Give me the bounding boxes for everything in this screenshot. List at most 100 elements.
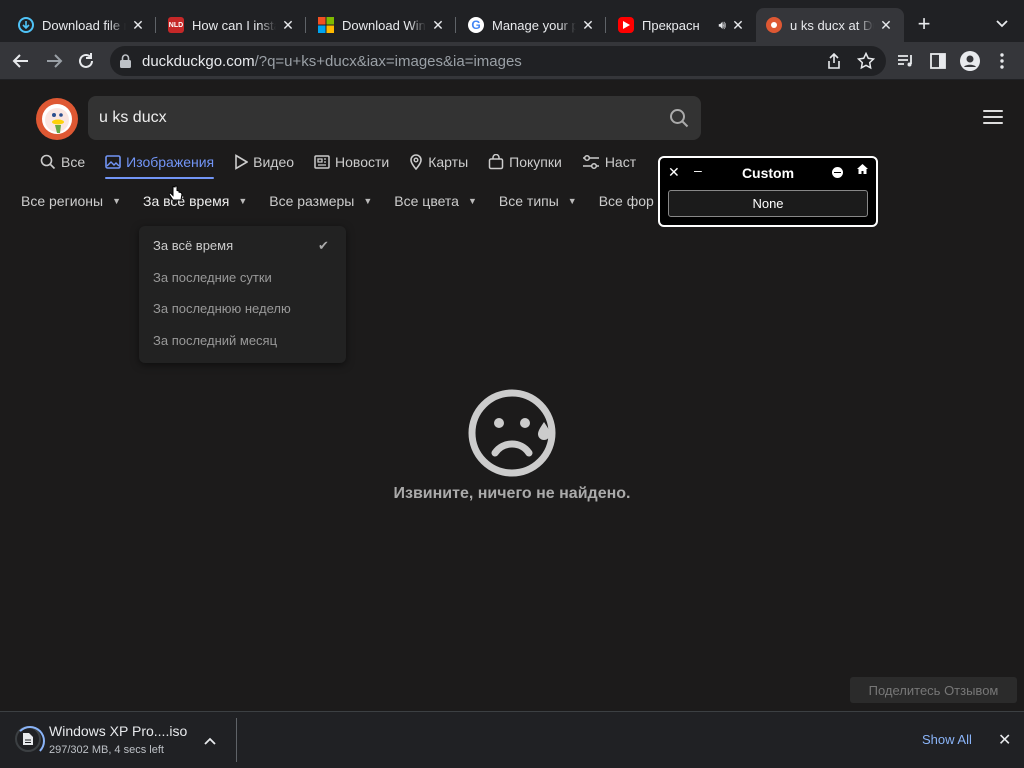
- caret-down-icon: ▼: [363, 196, 373, 206]
- profile-avatar-icon[interactable]: [958, 49, 982, 73]
- tab-label: Изображения: [126, 154, 215, 170]
- filter-format[interactable]: Все фор: [599, 193, 654, 209]
- time-filter-dropdown: За всё время ✔ За последние сутки За пос…: [139, 226, 346, 363]
- search-type-tabs: Все Изображения Видео Новости Карты Поку…: [40, 150, 656, 180]
- tab-maps[interactable]: Карты: [409, 150, 468, 174]
- share-icon[interactable]: [822, 49, 846, 73]
- tab-download-windows[interactable]: Download Wind ✕: [308, 8, 456, 42]
- microsoft-icon: [318, 17, 334, 33]
- reload-icon[interactable]: [74, 49, 98, 73]
- filter-label: Все регионы: [21, 193, 104, 209]
- tab-title: u ks ducx at Du: [790, 17, 874, 33]
- speaker-icon[interactable]: 🔊︎: [718, 18, 726, 33]
- news-icon: [314, 155, 330, 169]
- close-icon[interactable]: ✕: [878, 17, 894, 34]
- media-control-icon[interactable]: [894, 49, 918, 73]
- close-icon[interactable]: ✕: [580, 17, 596, 34]
- duckduckgo-logo[interactable]: [36, 98, 78, 140]
- side-panel-icon[interactable]: [926, 49, 950, 73]
- settings-sliders-icon: [582, 154, 599, 170]
- browser-menu-icon[interactable]: [990, 49, 1014, 73]
- tab-separator: [455, 17, 456, 33]
- duckduckgo-icon: [766, 17, 782, 33]
- cloud-download-icon: [18, 17, 34, 33]
- show-all-downloads-link[interactable]: Show All: [922, 732, 972, 747]
- remove-circle-icon[interactable]: [832, 167, 843, 178]
- tab-label: Покупки: [509, 154, 562, 170]
- file-icon: [23, 733, 33, 745]
- browser-toolbar: duckduckgo.com/?q=u+ks+ducx&iax=images&i…: [0, 42, 1024, 80]
- filter-time[interactable]: За всё время ▼: [143, 193, 247, 209]
- image-filters-bar: Все регионы ▼ За всё время ▼ Все размеры ▼ …: [21, 193, 676, 209]
- nld-site-icon: NLD: [168, 17, 184, 33]
- shopping-bag-icon: [488, 154, 504, 170]
- download-progress-ring[interactable]: [15, 726, 45, 756]
- tab-youtube[interactable]: Прекрасн 🔊︎ ✕: [608, 8, 756, 42]
- search-icon: [40, 154, 56, 170]
- tab-separator: [155, 17, 156, 33]
- tab-label: Все: [61, 154, 86, 170]
- tab-search-chevron-icon[interactable]: [992, 14, 1012, 34]
- browser-tab-strip: Download file r ✕ NLD How can I insta ✕ …: [0, 0, 1024, 42]
- tab-settings[interactable]: Наст: [582, 150, 636, 174]
- address-bar[interactable]: duckduckgo.com/?q=u+ks+ducx&iax=images&i…: [110, 46, 886, 76]
- tab-manage-your-google[interactable]: G Manage your p ✕: [458, 8, 606, 42]
- tab-title: Download file r: [42, 17, 126, 33]
- tab-all[interactable]: Все: [40, 150, 85, 174]
- filter-color[interactable]: Все цвета ▼: [394, 193, 477, 209]
- new-tab-button[interactable]: +: [912, 13, 936, 37]
- tab-separator: [605, 17, 606, 33]
- close-icon[interactable]: ✕: [280, 17, 296, 34]
- dropdown-option-all-time[interactable]: За всё время: [153, 238, 233, 253]
- sad-face-icon: [467, 388, 557, 478]
- search-icon[interactable]: [669, 108, 689, 133]
- tab-title: Manage your p: [492, 17, 576, 33]
- close-icon[interactable]: ✕: [130, 17, 146, 34]
- lock-icon[interactable]: [120, 54, 134, 68]
- home-icon[interactable]: [857, 164, 868, 177]
- caret-down-icon: ▼: [238, 196, 248, 206]
- close-icon[interactable]: ✕: [998, 730, 1011, 750]
- tab-how-can-i-install[interactable]: NLD How can I insta ✕: [158, 8, 306, 42]
- hamburger-menu-icon[interactable]: [983, 110, 1003, 126]
- close-icon[interactable]: ✕: [730, 17, 746, 34]
- back-arrow-icon[interactable]: [9, 49, 33, 73]
- caret-down-icon: ▼: [112, 196, 122, 206]
- none-button[interactable]: None: [668, 190, 868, 217]
- filter-region[interactable]: Все регионы ▼: [21, 193, 121, 209]
- filter-label: За всё время: [143, 193, 230, 209]
- chevron-up-icon[interactable]: [204, 732, 216, 750]
- tab-duckduckgo-active[interactable]: u ks ducx at Du ✕: [756, 8, 904, 42]
- tab-title: Download Wind: [342, 17, 426, 33]
- dropdown-option-last-month[interactable]: За последний месяц: [153, 333, 277, 348]
- no-results-message: Извините, ничего не найдено.: [393, 485, 631, 502]
- filter-label: Все размеры: [269, 193, 355, 209]
- filter-size[interactable]: Все размеры ▼: [269, 193, 372, 209]
- feedback-button[interactable]: Поделитесь Отзывом: [850, 677, 1017, 703]
- hand-cursor-icon: [168, 185, 183, 208]
- search-input[interactable]: u ks ducx: [88, 96, 701, 140]
- play-icon: [235, 154, 249, 170]
- tab-download-file[interactable]: Download file r ✕: [8, 8, 156, 42]
- tab-label: Видео: [253, 154, 295, 170]
- url-path: /?q=u+ks+ducx&iax=images&ia=images: [254, 52, 522, 70]
- filter-type[interactable]: Все типы ▼: [499, 193, 577, 209]
- close-icon[interactable]: ✕: [430, 17, 446, 34]
- tab-title: How can I insta: [192, 17, 276, 33]
- custom-floating-panel: ✕ – Custom None: [658, 156, 878, 227]
- tab-title: Прекрасн: [642, 17, 700, 33]
- filter-label: Все фор: [598, 193, 654, 209]
- dropdown-option-last-week[interactable]: За последнюю неделю: [153, 301, 291, 316]
- download-filename[interactable]: Windows XP Pro....iso: [49, 723, 187, 739]
- tab-shopping[interactable]: Покупки: [488, 150, 562, 174]
- download-shelf: Windows XP Pro....iso 297/302 MB, 4 secs…: [0, 711, 1024, 768]
- image-icon: [105, 155, 121, 169]
- filter-label: Все типы: [498, 193, 559, 209]
- tab-images[interactable]: Изображения: [105, 150, 215, 179]
- tab-video[interactable]: Видео: [234, 150, 294, 174]
- dropdown-option-last-day[interactable]: За последние сутки: [153, 270, 272, 285]
- bookmark-star-icon[interactable]: [854, 49, 878, 73]
- tab-news[interactable]: Новости: [314, 150, 389, 174]
- search-query: u ks ducx: [99, 109, 167, 126]
- forward-arrow-icon[interactable]: [42, 49, 66, 73]
